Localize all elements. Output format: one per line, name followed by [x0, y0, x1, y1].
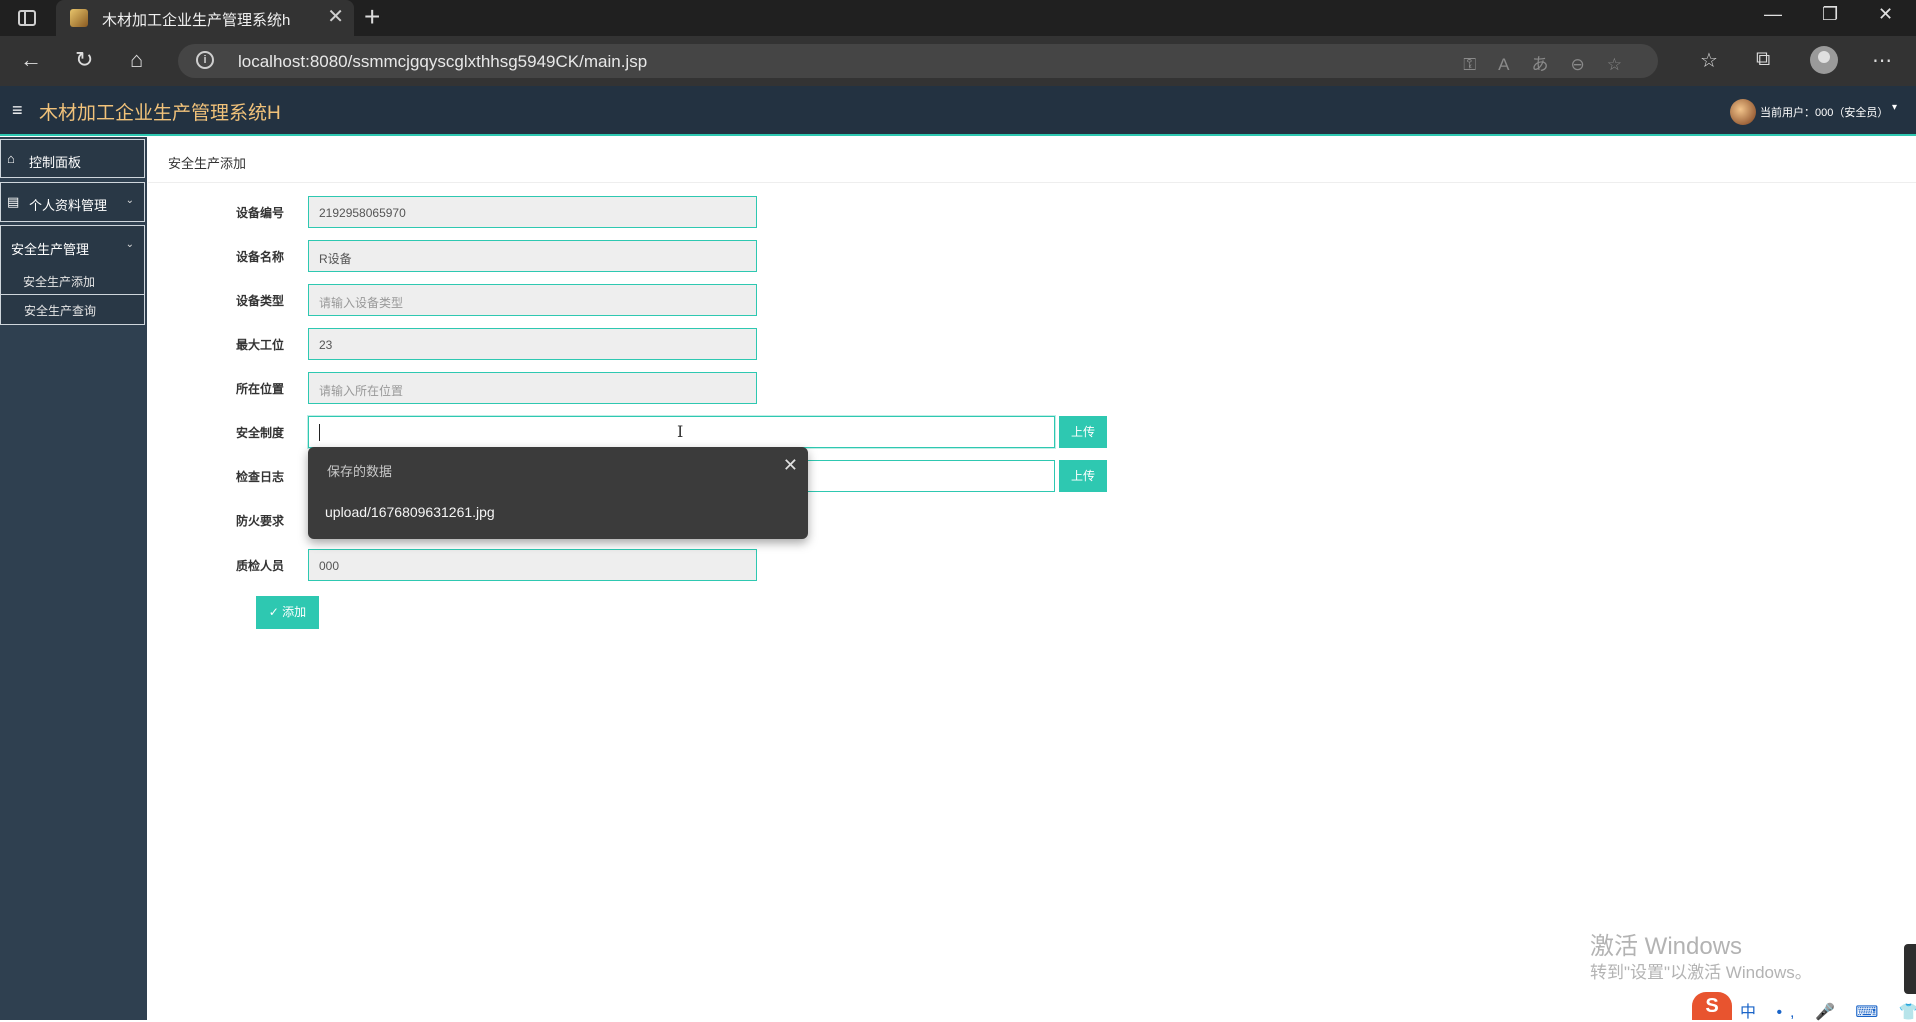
autofill-suggestion[interactable]: upload/1676809631261.jpg	[325, 504, 495, 520]
activation-watermark-subtitle: 转到"设置"以激活 Windows。	[1590, 963, 1812, 982]
autofill-dropdown: 保存的数据 ✕ upload/1676809631261.jpg	[308, 447, 808, 539]
breadcrumb-bar: 安全生产添加	[148, 143, 1916, 183]
safety-policy-upload-button[interactable]: 上传	[1059, 416, 1107, 448]
location-input[interactable]: 请输入所在位置	[308, 372, 757, 404]
app-title: 木材加工企业生产管理系统H	[39, 103, 281, 124]
sidebar-item-dashboard[interactable]: ⌂ 控制面板	[0, 139, 145, 178]
side-scroll-handle[interactable]	[1904, 944, 1916, 994]
label-equipment-number: 设备编号	[235, 206, 284, 220]
label-safety-policy: 安全制度	[235, 426, 284, 440]
equipment-type-input[interactable]: 请输入设备类型	[308, 284, 757, 316]
tab-title: 木材加工企业生产管理系统h	[102, 12, 291, 29]
favorites-icon[interactable]: ☆	[1700, 48, 1718, 73]
close-window-button[interactable]: ✕	[1878, 4, 1893, 25]
inspection-log-upload-button[interactable]: 上传	[1059, 460, 1107, 492]
tab-close-icon[interactable]: ✕	[327, 6, 344, 28]
sogou-ime-logo-icon[interactable]: S	[1692, 992, 1732, 1020]
browser-tab[interactable]: 木材加工企业生产管理系统h ✕	[56, 0, 354, 36]
equipment-name-input[interactable]: R设备	[308, 240, 757, 272]
user-avatar[interactable]	[1730, 99, 1756, 125]
autofill-title: 保存的数据	[327, 464, 393, 479]
tab-actions-icon[interactable]	[18, 10, 36, 26]
sidebar-subitem-safety-query[interactable]: 安全生产查询	[0, 295, 145, 325]
mouse-ibeam-cursor-icon: I	[677, 422, 684, 441]
current-user-label[interactable]: 当前用户：000（安全员）	[1760, 104, 1888, 120]
document-icon: ▤	[7, 194, 20, 209]
label-inspection-log: 检查日志	[235, 470, 284, 484]
address-bar-action-icons[interactable]: ⚿Aあ⊖☆	[1463, 50, 1644, 75]
favicon-icon	[70, 9, 88, 27]
sidebar-item-profile[interactable]: ▤ 个人资料管理 ⌄	[0, 182, 145, 222]
text-caret	[319, 424, 320, 441]
add-button[interactable]: ✓ 添加	[256, 596, 319, 629]
activation-watermark-title: 激活 Windows	[1590, 933, 1743, 960]
refresh-icon[interactable]: ↻	[75, 46, 93, 74]
new-tab-button[interactable]: +	[364, 2, 380, 32]
home-icon: ⌂	[7, 151, 15, 166]
sidebar: ⌂ 控制面板 ▤ 个人资料管理 ⌄ 安全生产管理 ⌄ 安全生产添加 安全生产查询	[0, 137, 147, 1020]
user-dropdown-caret-icon[interactable]: ▾	[1892, 102, 1897, 113]
equipment-number-input[interactable]: 2192958065970	[308, 196, 757, 228]
ime-toolbar: S 中 •, 🎤 ⌨ 👕 ▦	[1692, 990, 1916, 1022]
url-field[interactable]: i localhost:8080/ssmmcjgqyscglxthhsg5949…	[178, 44, 1658, 78]
home-icon[interactable]: ⌂	[130, 46, 143, 74]
menu-toggle-icon[interactable]: ≡	[12, 100, 23, 121]
label-equipment-type: 设备类型	[235, 294, 284, 308]
label-location: 所在位置	[235, 382, 284, 396]
collections-icon[interactable]: ⧉	[1756, 48, 1770, 71]
inspector-input[interactable]: 000	[308, 549, 757, 581]
back-icon[interactable]: ←	[20, 46, 42, 74]
site-info-icon[interactable]: i	[196, 51, 214, 69]
breadcrumb: 安全生产添加	[168, 156, 247, 171]
profile-avatar-icon[interactable]	[1810, 46, 1838, 74]
url-text[interactable]: localhost:8080/ssmmcjgqyscglxthhsg5949CK…	[238, 52, 647, 72]
label-equipment-name: 设备名称	[235, 250, 284, 264]
label-max-stations: 最大工位	[235, 338, 284, 352]
more-menu-icon[interactable]: ⋯	[1872, 48, 1892, 73]
minimize-button[interactable]: —	[1764, 4, 1782, 25]
label-fire-requirements: 防火要求	[235, 514, 284, 528]
close-icon[interactable]: ✕	[783, 455, 798, 476]
browser-tab-bar: 木材加工企业生产管理系统h ✕ + — ❐ ✕	[0, 0, 1916, 36]
label-inspector: 质检人员	[235, 559, 284, 573]
sidebar-subitem-safety-add[interactable]: 安全生产添加	[0, 269, 145, 291]
ime-status-icons[interactable]: 中 •, 🎤 ⌨ 👕 ▦	[1740, 998, 1916, 1022]
browser-address-bar: ← ↻ ⌂ i localhost:8080/ssmmcjgqyscglxthh…	[0, 36, 1916, 86]
chevron-down-icon: ⌄	[125, 239, 134, 250]
restore-button[interactable]: ❐	[1822, 4, 1838, 25]
app-header: ≡ 木材加工企业生产管理系统H 当前用户：000（安全员） ▾	[0, 86, 1916, 136]
max-stations-input[interactable]: 23	[308, 328, 757, 360]
chevron-down-icon: ⌄	[125, 195, 134, 206]
